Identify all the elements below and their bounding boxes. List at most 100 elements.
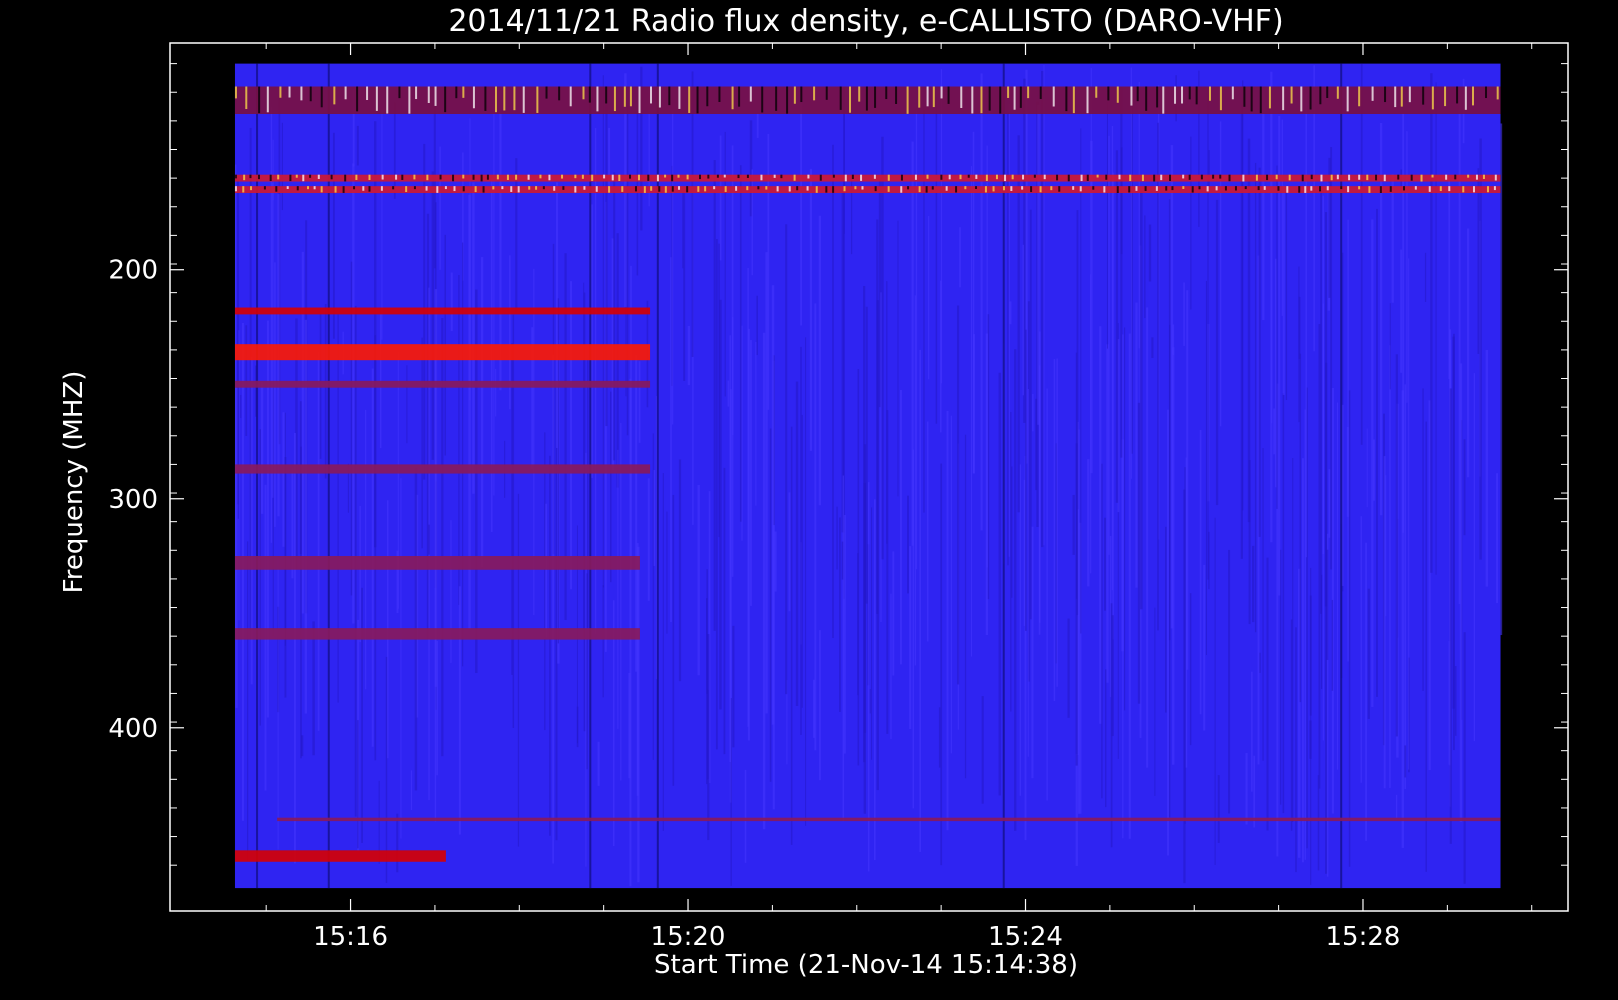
band-speckle bbox=[1326, 86, 1329, 98]
band-speckle bbox=[1039, 186, 1042, 193]
y-tick-label: 300 bbox=[108, 485, 158, 515]
band-speckle bbox=[688, 86, 691, 113]
noise-streak bbox=[1389, 303, 1391, 390]
band-speckle bbox=[1358, 186, 1361, 190]
noise-streak bbox=[304, 319, 308, 714]
band-speckle bbox=[629, 86, 632, 107]
band-speckle bbox=[486, 174, 489, 180]
noise-streak bbox=[616, 233, 619, 488]
band-speckle bbox=[496, 174, 499, 180]
noise-streak bbox=[1010, 411, 1012, 712]
band-speckle bbox=[761, 86, 764, 113]
noise-streak bbox=[762, 332, 766, 830]
noise-streak bbox=[697, 485, 700, 676]
band-speckle bbox=[918, 86, 921, 108]
noise-streak bbox=[1430, 73, 1433, 573]
noise-streak bbox=[1199, 429, 1202, 715]
noise-streak bbox=[1449, 388, 1452, 844]
band-speckle bbox=[1298, 186, 1301, 193]
band-speckle bbox=[1208, 86, 1211, 101]
band-speckle bbox=[1263, 186, 1266, 190]
noise-streak bbox=[1360, 63, 1363, 445]
band-speckle bbox=[1013, 86, 1016, 110]
band-speckle bbox=[558, 86, 561, 101]
band-speckle bbox=[426, 174, 429, 181]
band-speckle bbox=[611, 174, 614, 181]
band-speckle bbox=[1128, 186, 1131, 193]
noise-streak bbox=[1056, 358, 1058, 687]
band-speckle bbox=[503, 86, 506, 111]
noise-streak bbox=[1262, 448, 1264, 761]
band-speckle bbox=[1116, 186, 1119, 193]
noise-streak bbox=[926, 421, 929, 642]
noise-streak bbox=[1479, 138, 1482, 560]
band-speckle bbox=[1375, 174, 1378, 181]
noise-streak bbox=[495, 368, 497, 417]
band-speckle bbox=[1282, 86, 1285, 111]
noise-streak bbox=[873, 499, 876, 861]
noise-streak bbox=[1214, 517, 1216, 865]
noise-streak bbox=[1106, 102, 1108, 349]
noise-streak bbox=[985, 333, 989, 636]
noise-streak bbox=[940, 463, 943, 866]
band-speckle bbox=[849, 86, 852, 113]
band-speckle bbox=[562, 186, 565, 190]
noise-streak bbox=[1401, 390, 1404, 848]
noise-streak bbox=[385, 656, 388, 883]
band-speckle bbox=[1454, 174, 1457, 180]
noise-streak bbox=[235, 387, 238, 708]
band-speckle bbox=[1400, 86, 1403, 107]
noise-streak bbox=[1189, 593, 1192, 746]
noise-streak bbox=[1228, 549, 1231, 814]
noise-streak bbox=[545, 503, 548, 638]
noise-streak bbox=[1292, 457, 1294, 822]
band-speckle bbox=[658, 86, 661, 108]
band-speckle bbox=[623, 86, 626, 107]
band-speckle bbox=[1162, 86, 1165, 114]
band-speckle bbox=[603, 174, 606, 179]
noise-streak bbox=[1435, 82, 1437, 575]
noise-streak bbox=[892, 551, 895, 676]
band-speckle bbox=[948, 174, 951, 180]
noise-streak bbox=[240, 394, 242, 419]
band-speckle bbox=[309, 174, 312, 178]
noise-streak bbox=[1106, 344, 1109, 683]
band-speckle bbox=[380, 186, 383, 191]
band-speckle bbox=[664, 186, 667, 193]
noise-streak bbox=[881, 136, 884, 560]
band-speckle bbox=[1485, 86, 1488, 99]
x-tick-label: 15:16 bbox=[313, 922, 388, 952]
band-speckle bbox=[1095, 86, 1098, 98]
noise-streak bbox=[1310, 567, 1312, 885]
band-speckle bbox=[1347, 186, 1350, 193]
noise-streak bbox=[788, 492, 791, 612]
band-speckle bbox=[513, 86, 516, 111]
noise-streak bbox=[270, 106, 273, 543]
band-speckle bbox=[1494, 174, 1497, 181]
band-speckle bbox=[277, 174, 280, 180]
band-speckle bbox=[1383, 174, 1386, 182]
noise-streak bbox=[1331, 599, 1334, 691]
band-speckle bbox=[1058, 186, 1061, 192]
band-speckle bbox=[861, 186, 864, 190]
noise-streak bbox=[421, 337, 423, 549]
band-speckle bbox=[906, 86, 909, 114]
noise-streak bbox=[1072, 494, 1075, 555]
noise-streak bbox=[1241, 80, 1244, 511]
band-speckle bbox=[596, 86, 599, 112]
x-tick-label: 15:24 bbox=[988, 922, 1063, 952]
noise-streak bbox=[1251, 671, 1253, 792]
band-speckle bbox=[1368, 186, 1371, 193]
emission-band bbox=[234, 307, 651, 315]
noise-streak bbox=[458, 274, 460, 605]
band-speckle bbox=[1116, 86, 1119, 103]
x-tick-label: 15:20 bbox=[651, 922, 726, 952]
noise-streak bbox=[687, 325, 691, 386]
band-speckle bbox=[677, 174, 680, 178]
noise-streak bbox=[1266, 557, 1269, 831]
noise-streak bbox=[1406, 131, 1408, 403]
band-speckle bbox=[964, 186, 967, 190]
noise-streak bbox=[1383, 456, 1386, 789]
noise-streak bbox=[1029, 209, 1032, 620]
noise-streak bbox=[727, 380, 730, 407]
